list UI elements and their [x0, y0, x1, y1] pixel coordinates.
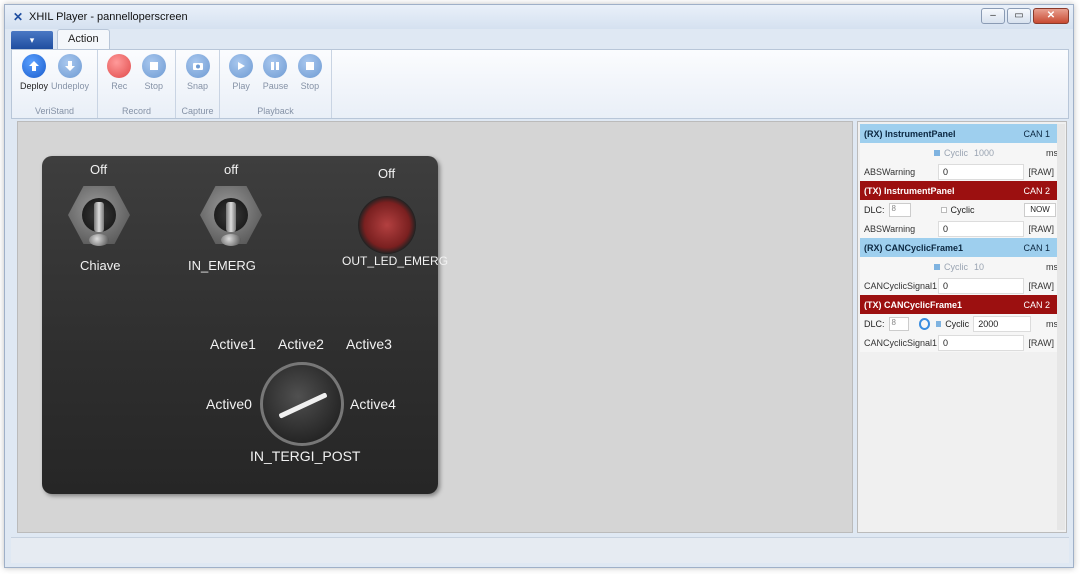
dlc-select[interactable]: 8 [888, 202, 911, 217]
upload-arrow-icon [22, 54, 46, 78]
out-led-emerg-indicator [358, 196, 416, 254]
window-title: XHIL Player - pannelloperscreen [29, 11, 188, 23]
record-stop-button[interactable]: Stop [139, 54, 170, 91]
frame-header-rx-cancyclicframe1: (RX) CANCyclicFrame1 CAN 1 [860, 238, 1058, 257]
title-bar: ✕ XHIL Player - pannelloperscreen – ▭ ✕ [5, 5, 1073, 29]
tab-action[interactable]: Action [57, 29, 110, 49]
dlc-select[interactable]: 8 [888, 316, 909, 331]
signal-value-input[interactable]: 0 [938, 220, 1024, 237]
stop-icon [297, 54, 322, 78]
cyclic-checkbox[interactable] [940, 206, 947, 213]
status-bar [11, 537, 1069, 563]
in-emerg-state: off [224, 162, 239, 177]
play-button[interactable]: Play [226, 54, 256, 91]
cyclic-period-input[interactable]: 2000 [973, 315, 1032, 332]
chiave-state: Off [90, 162, 108, 177]
selector-position-active4: Active4 [350, 396, 396, 412]
playback-stop-button[interactable]: Stop [295, 54, 325, 91]
selector-position-active0: Active0 [206, 396, 252, 412]
application-menu-button[interactable]: ▾ [11, 31, 53, 49]
frame-header-tx-instrumentpanel: (TX) InstrumentPanel CAN 2 [860, 181, 1058, 200]
in-emerg-toggle-switch[interactable] [196, 182, 266, 256]
ribbon-toolbar: Deploy Undeploy VeriStand Rec Stop Recor… [11, 49, 1069, 119]
record-icon [107, 54, 132, 78]
cyclic-checkbox [934, 263, 940, 270]
selector-label: IN_TERGI_POST [250, 448, 361, 464]
refresh-icon[interactable] [918, 317, 930, 330]
send-now-button[interactable]: NOW [1024, 202, 1056, 217]
out-led-emerg-label: OUT_LED_EMERG [342, 254, 449, 268]
selector-position-active2: Active2 [278, 336, 324, 352]
frame-options-row: Cyclic 1000 ms [860, 143, 1058, 162]
close-button[interactable]: ✕ [1033, 8, 1069, 24]
selector-position-active3: Active3 [346, 336, 392, 352]
panel-canvas: Off Chiave off IN_EMERG Off OUT_LED_EMER… [17, 121, 853, 533]
deploy-button[interactable]: Deploy [18, 54, 50, 91]
can-signal-panel: (RX) InstrumentPanel CAN 1 Cyclic 1000 ms… [857, 121, 1067, 533]
cyclic-checkbox[interactable] [935, 320, 942, 327]
signal-row: CANCyclicSignal1 0 [RAW] [860, 276, 1058, 295]
signal-row: ABSWarning 0 [RAW] [860, 162, 1058, 181]
xhil-logo-icon: ✕ [12, 10, 24, 24]
pause-button[interactable]: Pause [260, 54, 290, 91]
download-arrow-icon [58, 54, 82, 78]
rec-button[interactable]: Rec [104, 54, 135, 91]
stop-icon [141, 54, 166, 78]
control-panel: Off Chiave off IN_EMERG Off OUT_LED_EMER… [42, 156, 448, 494]
in-emerg-label: IN_EMERG [188, 258, 256, 273]
led-state: Off [378, 166, 396, 181]
frame-options-row: DLC: 8 Cyclic 2000 ms [860, 314, 1058, 333]
snap-button[interactable]: Snap [182, 54, 213, 91]
group-record: Rec Stop Record [98, 50, 176, 118]
group-playback: Play Pause Stop Playback [220, 50, 332, 118]
group-veristand: Deploy Undeploy VeriStand [12, 50, 98, 118]
cyclic-checkbox [934, 149, 940, 156]
minimize-button[interactable]: – [981, 8, 1005, 24]
chiave-label: Chiave [80, 258, 121, 273]
selector-position-active1: Active1 [210, 336, 256, 352]
chiave-toggle-switch[interactable] [64, 182, 134, 256]
undeploy-button[interactable]: Undeploy [51, 54, 89, 91]
rotary-selector-knob[interactable] [260, 362, 344, 446]
frame-options-row: Cyclic 10 ms [860, 257, 1058, 276]
frame-header-rx-instrumentpanel: (RX) InstrumentPanel CAN 1 [860, 124, 1058, 143]
play-icon [229, 54, 254, 78]
signal-value-field: 0 [938, 163, 1024, 180]
signal-value-input[interactable]: 0 [938, 334, 1024, 351]
signal-row: ABSWarning 0 [RAW] [860, 219, 1058, 238]
camera-icon [185, 54, 210, 78]
group-capture: Snap Capture [176, 50, 220, 118]
signal-value-field: 0 [938, 277, 1024, 294]
restore-button[interactable]: ▭ [1007, 8, 1031, 24]
signal-row: CANCyclicSignal1 0 [RAW] [860, 333, 1058, 352]
pause-icon [263, 54, 288, 78]
app-window: ✕ XHIL Player - pannelloperscreen – ▭ ✕ … [4, 4, 1074, 568]
frame-header-tx-cancyclicframe1: (TX) CANCyclicFrame1 CAN 2 [860, 295, 1058, 314]
vertical-scrollbar[interactable] [1057, 124, 1065, 530]
frame-options-row: DLC: 8 Cyclic NOW [860, 200, 1058, 219]
